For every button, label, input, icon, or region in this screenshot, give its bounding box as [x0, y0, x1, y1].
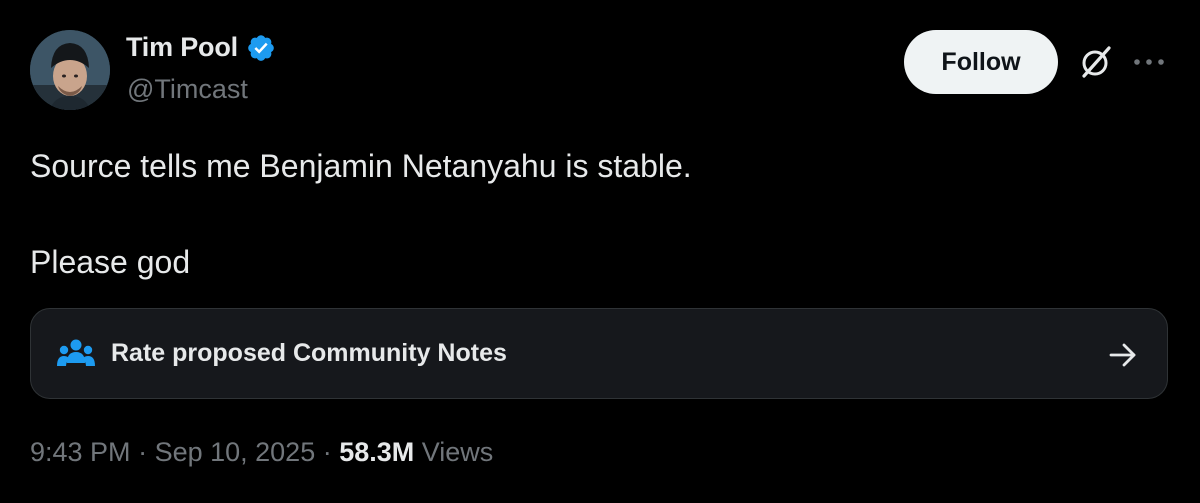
meta-separator: · — [130, 437, 155, 467]
avatar[interactable] — [30, 30, 110, 110]
more-horizontal-icon[interactable] — [1130, 50, 1168, 74]
arrow-right-icon — [1109, 343, 1136, 367]
handle[interactable]: @Timcast — [127, 74, 248, 105]
meta-separator: · — [315, 437, 340, 467]
tweet-text: Source tells me Benjamin Netanyahu is st… — [30, 142, 692, 286]
verified-badge-icon[interactable] — [246, 33, 276, 63]
tweet: Tim Pool @Timcast Follow Source tells me… — [0, 0, 1200, 503]
tweet-time[interactable]: 9:43 PM — [30, 437, 131, 467]
grok-icon[interactable] — [1078, 44, 1114, 80]
views-count[interactable]: 58.3M — [339, 437, 414, 467]
avatar-image — [30, 30, 110, 110]
tweet-line: Source tells me Benjamin Netanyahu is st… — [30, 148, 692, 184]
follow-button[interactable]: Follow — [904, 30, 1058, 94]
tweet-line: Please god — [30, 244, 191, 280]
display-name-row: Tim Pool — [126, 32, 276, 63]
tweet-date[interactable]: Sep 10, 2025 — [155, 437, 316, 467]
display-name[interactable]: Tim Pool — [126, 32, 238, 63]
people-icon — [57, 339, 95, 366]
community-notes-card[interactable]: Rate proposed Community Notes — [30, 308, 1168, 399]
views-label: Views — [414, 437, 494, 467]
tweet-meta: 9:43 PM · Sep 10, 2025 · 58.3M Views — [30, 437, 493, 468]
community-notes-label: Rate proposed Community Notes — [111, 339, 507, 367]
